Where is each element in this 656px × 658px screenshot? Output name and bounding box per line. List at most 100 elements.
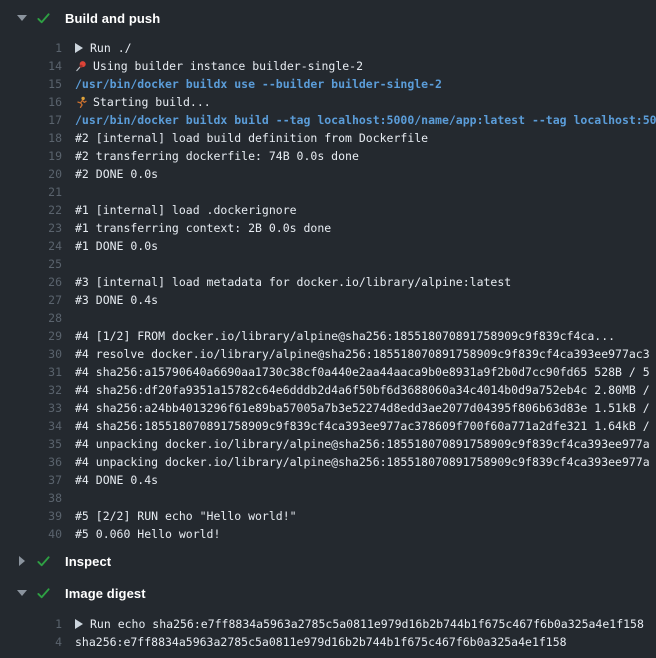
line-number[interactable]: 30 <box>0 345 62 363</box>
log-line: 15 /usr/bin/docker buildx use --builder … <box>0 75 656 93</box>
check-success-icon <box>36 554 51 569</box>
line-number[interactable]: 26 <box>0 273 62 291</box>
line-number[interactable]: 21 <box>0 183 62 201</box>
line-content: #4 sha256:a24bb4013296f61e89ba57005a7b3e… <box>62 399 650 417</box>
log-text: #2 [internal] load build definition from… <box>75 129 428 147</box>
line-number[interactable]: 17 <box>0 111 62 129</box>
line-content: #1 DONE 0.0s <box>62 237 158 255</box>
line-number[interactable]: 1 <box>0 39 62 57</box>
log-line: 22 #1 [internal] load .dockerignore <box>0 201 656 219</box>
log-line: 19 #2 transferring dockerfile: 74B 0.0s … <box>0 147 656 165</box>
section-title: Build and push <box>65 11 160 26</box>
log-line: 21 <box>0 183 656 201</box>
section-header[interactable]: Build and push <box>0 7 656 29</box>
log-line: 14 Using builder instance builder-single… <box>0 57 656 75</box>
line-content: #3 DONE 0.4s <box>62 291 158 309</box>
line-content: /usr/bin/docker buildx use --builder bui… <box>62 75 442 93</box>
line-content: Run echo sha256:e7ff8834a5963a2785c5a081… <box>62 615 644 633</box>
log-text: #1 transferring context: 2B 0.0s done <box>75 219 331 237</box>
line-number[interactable]: 34 <box>0 417 62 435</box>
log-text: #4 unpacking docker.io/library/alpine@sh… <box>75 435 650 453</box>
line-number[interactable]: 4 <box>0 633 62 651</box>
line-number[interactable]: 38 <box>0 489 62 507</box>
log-text: #1 [internal] load .dockerignore <box>75 201 297 219</box>
line-content: #4 DONE 0.4s <box>62 471 158 489</box>
line-content: Run ./ <box>62 39 132 57</box>
line-number[interactable]: 33 <box>0 399 62 417</box>
log-text: #4 sha256:a15790640a6690aa1730c38cf0a440… <box>75 363 650 381</box>
log-text: #4 unpacking docker.io/library/alpine@sh… <box>75 453 650 471</box>
log-line: 25 <box>0 255 656 273</box>
line-number[interactable]: 15 <box>0 75 62 93</box>
line-content: #5 [2/2] RUN echo "Hello world!" <box>62 507 297 525</box>
line-number[interactable]: 22 <box>0 201 62 219</box>
log-line: 4 sha256:e7ff8834a5963a2785c5a0811e979d1… <box>0 633 656 651</box>
line-content: #1 transferring context: 2B 0.0s done <box>62 219 331 237</box>
chevron-right-icon <box>17 556 27 566</box>
section-header[interactable]: Inspect <box>0 550 656 572</box>
log-text: #3 [internal] load metadata for docker.i… <box>75 273 511 291</box>
log-text: #4 sha256:df20fa9351a15782c64e6dddb2d4a6… <box>75 381 650 399</box>
line-number[interactable]: 23 <box>0 219 62 237</box>
line-content: #2 [internal] load build definition from… <box>62 129 428 147</box>
line-number[interactable]: 36 <box>0 453 62 471</box>
line-content <box>62 183 75 201</box>
log-line: 31 #4 sha256:a15790640a6690aa1730c38cf0a… <box>0 363 656 381</box>
section-title: Inspect <box>65 554 111 569</box>
line-number[interactable]: 39 <box>0 507 62 525</box>
log-text: #2 DONE 0.0s <box>75 165 158 183</box>
line-number[interactable]: 16 <box>0 93 62 111</box>
line-content <box>62 309 75 327</box>
line-number[interactable]: 24 <box>0 237 62 255</box>
log-line: 18 #2 [internal] load build definition f… <box>0 129 656 147</box>
line-number[interactable]: 28 <box>0 309 62 327</box>
section-header[interactable]: Image digest <box>0 582 656 604</box>
line-number[interactable]: 40 <box>0 525 62 543</box>
line-content: sha256:e7ff8834a5963a2785c5a0811e979d16b… <box>62 633 567 651</box>
line-content: #4 sha256:a15790640a6690aa1730c38cf0a440… <box>62 363 650 381</box>
section-body: 1 Run echo sha256:e7ff8834a5963a2785c5a0… <box>0 615 656 651</box>
line-content <box>62 489 75 507</box>
section-body: 1 Run ./ 14 Using builder instance build… <box>0 39 656 543</box>
log-text: #5 [2/2] RUN echo "Hello world!" <box>75 507 297 525</box>
line-content: #4 sha256:df20fa9351a15782c64e6dddb2d4a6… <box>62 381 650 399</box>
expand-group-icon[interactable] <box>75 43 83 53</box>
log-line: 35 #4 unpacking docker.io/library/alpine… <box>0 435 656 453</box>
line-number[interactable]: 20 <box>0 165 62 183</box>
log-line: 1 Run ./ <box>0 39 656 57</box>
line-content: #2 DONE 0.0s <box>62 165 158 183</box>
runner-icon <box>75 96 87 108</box>
log-line: 26 #3 [internal] load metadata for docke… <box>0 273 656 291</box>
line-content: #4 resolve docker.io/library/alpine@sha2… <box>62 345 650 363</box>
expand-group-icon[interactable] <box>75 619 83 629</box>
chevron-down-icon <box>17 590 27 596</box>
line-number[interactable]: 1 <box>0 615 62 633</box>
log-text: #4 sha256:185518070891758909c9f839cf4ca3… <box>75 417 650 435</box>
log-line: 30 #4 resolve docker.io/library/alpine@s… <box>0 345 656 363</box>
log-text: #1 DONE 0.0s <box>75 237 158 255</box>
line-content: #4 [1/2] FROM docker.io/library/alpine@s… <box>62 327 615 345</box>
pushpin-icon <box>75 60 87 72</box>
line-number[interactable]: 27 <box>0 291 62 309</box>
line-number[interactable]: 18 <box>0 129 62 147</box>
line-number[interactable]: 35 <box>0 435 62 453</box>
line-content: Using builder instance builder-single-2 <box>62 57 363 75</box>
line-number[interactable]: 25 <box>0 255 62 273</box>
log-line: 36 #4 unpacking docker.io/library/alpine… <box>0 453 656 471</box>
line-number[interactable]: 14 <box>0 57 62 75</box>
line-content: #4 unpacking docker.io/library/alpine@sh… <box>62 453 650 471</box>
line-number[interactable]: 29 <box>0 327 62 345</box>
line-number[interactable]: 37 <box>0 471 62 489</box>
line-content <box>62 255 75 273</box>
line-number[interactable]: 32 <box>0 381 62 399</box>
line-content: Starting build... <box>62 93 211 111</box>
line-content: #1 [internal] load .dockerignore <box>62 201 297 219</box>
log-text: sha256:e7ff8834a5963a2785c5a0811e979d16b… <box>75 633 567 651</box>
log-line: 28 <box>0 309 656 327</box>
line-content: #5 0.060 Hello world! <box>62 525 220 543</box>
line-number[interactable]: 31 <box>0 363 62 381</box>
line-number[interactable]: 19 <box>0 147 62 165</box>
log-line: 20 #2 DONE 0.0s <box>0 165 656 183</box>
log-text: /usr/bin/docker buildx use --builder bui… <box>75 75 442 93</box>
log-line: 38 <box>0 489 656 507</box>
